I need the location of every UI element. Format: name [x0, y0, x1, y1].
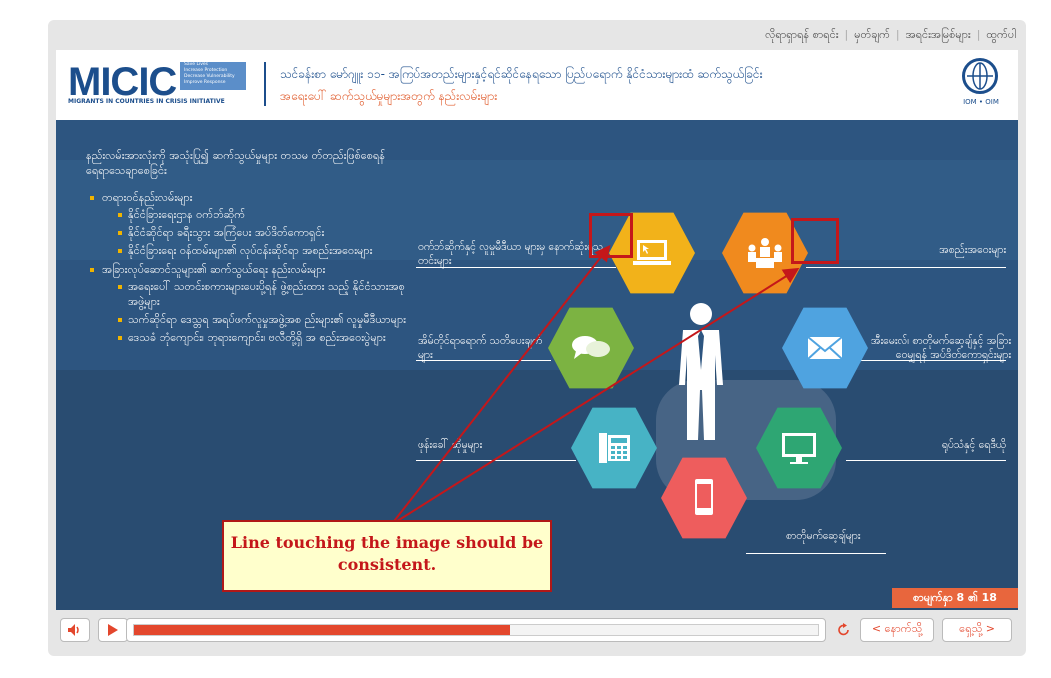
volume-button[interactable]	[60, 618, 90, 642]
review-callout: Line touching the image should be consis…	[222, 520, 552, 592]
back-button[interactable]: < နောက်သို့	[860, 618, 934, 642]
top-navigation: လိုရာရှာရန် စာရင်း | မှတ်ချက် | အရင်းအမြ…	[765, 28, 1016, 44]
nav-search-list[interactable]: လိုရာရှာရန် စာရင်း	[765, 28, 838, 44]
nav-separator: |	[976, 28, 981, 41]
annotation-highlight-box	[589, 213, 633, 258]
seek-bar[interactable]	[126, 618, 826, 642]
replay-icon	[838, 623, 849, 636]
globe-icon	[962, 58, 998, 94]
nav-notes[interactable]: မှတ်ချက်	[854, 28, 890, 44]
player-frame: လိုရာရှာရန် စာရင်း | မှတ်ချက် | အရင်းအမြ…	[48, 20, 1026, 656]
nav-resources[interactable]: အရင်းအမြစ်များ	[906, 28, 971, 44]
lesson-subtitle: အရေးပေါ် ဆက်သွယ်မှုများအတွက် နည်းလမ်းမျာ…	[280, 89, 498, 103]
nav-exit[interactable]: ထွက်ပါ	[986, 28, 1016, 44]
slide-body: နည်းလမ်းအားလုံးကို အသုံးပြု၍ ဆက်သွယ်မှုမ…	[56, 120, 1018, 610]
nav-separator: |	[844, 28, 849, 41]
slide: MICIC Save Lives Increase Protection Dec…	[56, 50, 1018, 610]
seek-progress	[134, 625, 511, 635]
player-controls: < နောက်သို့ ရှေ့သို့ >	[48, 610, 1026, 656]
annotation-highlight-box	[791, 218, 839, 264]
play-button[interactable]	[98, 618, 128, 642]
replay-button[interactable]	[832, 618, 856, 642]
module-title: သင်ခန်းစာ မော်ဂျူး ၁၁- အကြပ်အတည်းများနှင…	[280, 67, 763, 81]
page-indicator: စာမျက်နှာ 8 ၏ 18	[892, 588, 1018, 608]
micic-logo: MICIC Save Lives Increase Protection Dec…	[68, 60, 253, 108]
seek-track[interactable]	[133, 624, 819, 636]
logo-tagline-box: Save Lives Increase Protection Decrease …	[180, 62, 246, 90]
speaker-icon	[68, 624, 79, 636]
play-icon	[108, 624, 118, 636]
nav-separator: |	[895, 28, 900, 41]
logo-subtitle: MIGRANTS IN COUNTRIES IN CRISIS INITIATI…	[68, 98, 225, 105]
iom-label: IOM • OIM	[963, 98, 999, 106]
next-button[interactable]: ရှေ့သို့ >	[942, 618, 1012, 642]
logo-tagline-line: Improve Response	[184, 80, 226, 85]
header-divider	[264, 62, 266, 106]
iom-logo: IOM • OIM	[958, 58, 1004, 110]
slide-header: MICIC Save Lives Increase Protection Dec…	[56, 50, 1018, 120]
